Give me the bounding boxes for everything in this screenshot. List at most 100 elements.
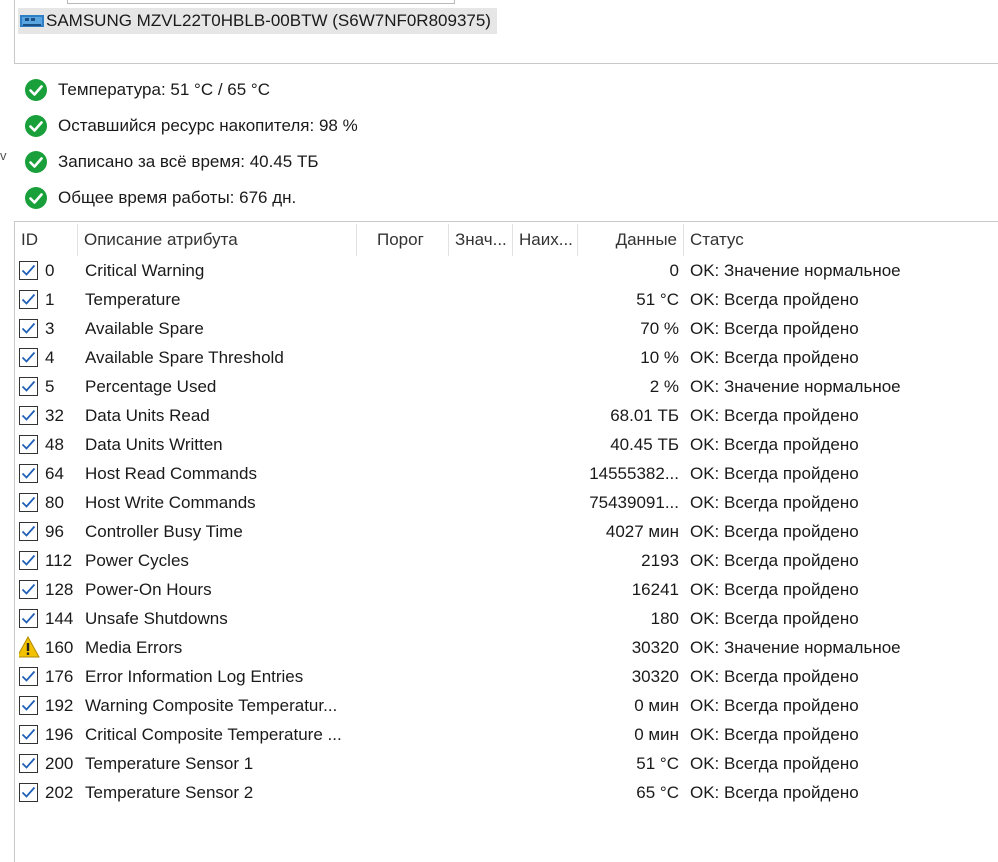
warning-icon: [19, 636, 40, 658]
table-row[interactable]: 112 Power Cycles 2193 OK: Всегда пройдено: [15, 546, 998, 575]
column-header-description[interactable]: Описание атрибута: [78, 224, 357, 256]
table-row[interactable]: 3 Available Spare 70 % OK: Всегда пройдено: [15, 314, 998, 343]
attribute-data: 14555382...: [589, 464, 679, 483]
column-header-worst[interactable]: Наих...: [513, 224, 578, 256]
row-status-icon: [19, 720, 41, 749]
attribute-data: 2 %: [649, 377, 679, 396]
checkbox-checked-icon[interactable]: [19, 348, 38, 367]
row-status-icon: [19, 430, 41, 459]
row-status-icon: [19, 256, 41, 285]
attribute-data: 65 °C: [636, 783, 679, 802]
attribute-id: 32: [45, 406, 64, 425]
table-row[interactable]: 80 Host Write Commands 75439091... OK: Всег…: [15, 488, 998, 517]
attribute-description: Host Write Commands: [85, 493, 256, 512]
attribute-status: OK: Значение нормальное: [690, 261, 901, 280]
checkbox-checked-icon[interactable]: [19, 696, 38, 715]
attribute-status: OK: Всегда пройдено: [690, 493, 859, 512]
attribute-data: 68.01 ТБ: [610, 406, 679, 425]
row-status-icon: [19, 778, 41, 807]
checkbox-checked-icon[interactable]: [19, 435, 38, 454]
table-row[interactable]: 32 Data Units Read 68.01 ТБ OK: Всегда прой…: [15, 401, 998, 430]
attribute-id: 1: [45, 290, 55, 309]
checkbox-checked-icon[interactable]: [19, 551, 38, 570]
column-header-id[interactable]: ID: [15, 224, 78, 256]
attribute-id: 196: [45, 725, 74, 744]
table-row[interactable]: 202 Temperature Sensor 2 65 °C OK: Всегда п…: [15, 778, 998, 807]
table-row[interactable]: 176 Error Information Log Entries 30320 OK:…: [15, 662, 998, 691]
column-header-threshold[interactable]: Порог: [357, 224, 449, 256]
checkbox-checked-icon[interactable]: [19, 261, 38, 280]
attribute-status: OK: Всегда пройдено: [690, 319, 859, 338]
smart-attributes-table: ID Описание атрибута Порог Знач... Наих.…: [14, 221, 998, 862]
attribute-id: 3: [45, 319, 55, 338]
attribute-data: 30320: [631, 667, 679, 686]
attribute-data: 70 %: [640, 319, 679, 338]
attribute-id: 192: [45, 696, 74, 715]
drive-label: SAMSUNG MZVL22T0HBLB-00BTW (S6W7NF0R8093…: [46, 11, 491, 30]
checkbox-checked-icon[interactable]: [19, 493, 38, 512]
attribute-status: OK: Значение нормальное: [690, 638, 901, 657]
attribute-data: 16241: [631, 580, 679, 599]
drive-icon: [20, 15, 44, 27]
table-row[interactable]: 144 Unsafe Shutdowns 180 OK: Всегда пройден…: [15, 604, 998, 633]
table-row[interactable]: 192 Warning Composite Temperatur... 0 мин O…: [15, 691, 998, 720]
summary-item: Температура: 51 °C / 65 °C: [24, 72, 270, 108]
column-header-data[interactable]: Данные: [578, 224, 684, 256]
row-status-icon: [19, 372, 41, 401]
checkbox-checked-icon[interactable]: [19, 522, 38, 541]
attribute-id: 176: [45, 667, 74, 686]
attribute-status: OK: Всегда пройдено: [690, 551, 859, 570]
table-row[interactable]: 48 Data Units Written 40.45 ТБ OK: Всегда п…: [15, 430, 998, 459]
attribute-description: Critical Warning: [85, 261, 205, 280]
attribute-id: 4: [45, 348, 55, 367]
row-status-icon: [19, 546, 41, 575]
checkbox-checked-icon[interactable]: [19, 319, 38, 338]
attribute-data: 30320: [631, 638, 679, 657]
row-status-icon: [19, 459, 41, 488]
checkbox-checked-icon[interactable]: [19, 290, 38, 309]
drive-selector[interactable]: SAMSUNG MZVL22T0HBLB-00BTW (S6W7NF0R8093…: [18, 8, 497, 34]
attribute-data: 4027 мин: [605, 522, 679, 541]
table-row[interactable]: 1 Temperature 51 °C OK: Всегда пройдено: [15, 285, 998, 314]
checkbox-checked-icon[interactable]: [19, 783, 38, 802]
checkbox-checked-icon[interactable]: [19, 377, 38, 396]
attribute-id: 202: [45, 783, 74, 802]
check-circle-icon: [25, 79, 47, 101]
row-status-icon: [19, 575, 41, 604]
checkbox-checked-icon[interactable]: [19, 580, 38, 599]
attribute-description: Power-On Hours: [85, 580, 212, 599]
table-row[interactable]: 128 Power-On Hours 16241 OK: Всегда пройден…: [15, 575, 998, 604]
table-row[interactable]: 5 Percentage Used 2 % OK: Значение нормальн…: [15, 372, 998, 401]
attribute-description: Error Information Log Entries: [85, 667, 304, 686]
checkbox-checked-icon[interactable]: [19, 725, 38, 744]
attribute-data: 2193: [641, 551, 679, 570]
checkbox-checked-icon[interactable]: [19, 406, 38, 425]
attribute-status: OK: Всегда пройдено: [690, 348, 859, 367]
attribute-id: 112: [45, 551, 73, 570]
attribute-status: OK: Всегда пройдено: [690, 464, 859, 483]
table-row[interactable]: 64 Host Read Commands 14555382... OK: Всегд…: [15, 459, 998, 488]
column-header-status[interactable]: Статус: [684, 224, 998, 256]
row-status-icon: [19, 314, 41, 343]
checkbox-checked-icon[interactable]: [19, 667, 38, 686]
table-row[interactable]: 4 Available Spare Threshold 10 % OK: Всегда…: [15, 343, 998, 372]
table-row[interactable]: 0 Critical Warning 0 OK: Значение нормально…: [15, 256, 998, 285]
summary-item: Записано за всё время: 40.45 ТБ: [24, 144, 319, 180]
table-row[interactable]: 196 Critical Composite Temperature ... 0 м…: [15, 720, 998, 749]
table-row[interactable]: 200 Temperature Sensor 1 51 °C OK: Всегда п…: [15, 749, 998, 778]
table-row[interactable]: 160 Media Errors 30320 OK: Значение нормаль…: [15, 633, 998, 662]
table-row[interactable]: 96 Controller Busy Time 4027 мин OK: Всегда…: [15, 517, 998, 546]
checkbox-checked-icon[interactable]: [19, 464, 38, 483]
checkbox-checked-icon[interactable]: [19, 609, 38, 628]
attribute-data: 75439091...: [589, 493, 679, 512]
attribute-description: Power Cycles: [85, 551, 189, 570]
attribute-description: Available Spare Threshold: [85, 348, 284, 367]
summary-text: Общее время работы: 676 дн.: [58, 188, 297, 207]
checkbox-checked-icon[interactable]: [19, 754, 38, 773]
attribute-status: OK: Всегда пройдено: [690, 783, 859, 802]
attribute-description: Data Units Written: [85, 435, 223, 454]
column-header-value[interactable]: Знач...: [449, 224, 513, 256]
row-status-icon: [19, 517, 41, 546]
row-status-icon: [19, 285, 41, 314]
row-status-icon: [19, 343, 41, 372]
